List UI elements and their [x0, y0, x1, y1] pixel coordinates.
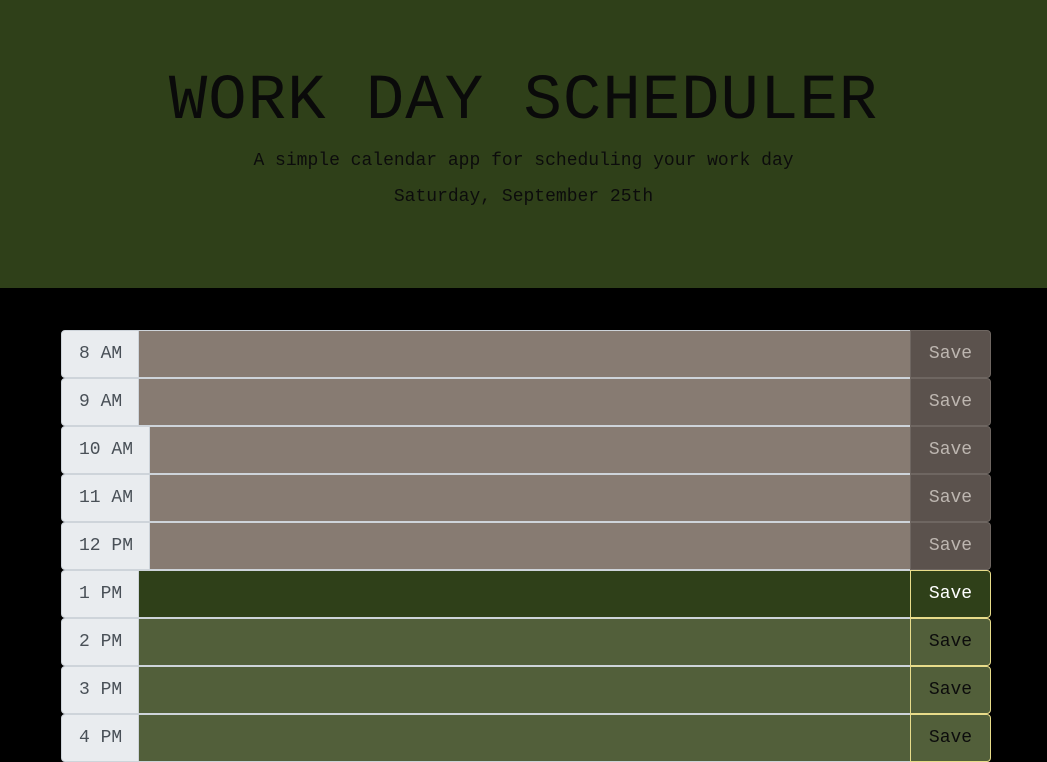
time-block-3pm: 3 PM Save [61, 666, 991, 714]
task-input[interactable] [150, 522, 910, 570]
save-button[interactable]: Save [910, 570, 991, 618]
page-subtitle: A simple calendar app for scheduling you… [253, 151, 794, 171]
current-date: Saturday, September 25th [393, 187, 654, 207]
task-input[interactable] [150, 474, 910, 522]
time-block-2pm: 2 PM Save [61, 618, 991, 666]
time-block-8am: 8 AM Save [61, 330, 991, 378]
save-button[interactable]: Save [910, 714, 991, 762]
time-block-9am: 9 AM Save [61, 378, 991, 426]
save-button[interactable]: Save [910, 618, 991, 666]
page-title: WORK DAY SCHEDULER [168, 66, 879, 138]
task-input[interactable] [139, 570, 910, 618]
time-block-11am: 11 AM Save [61, 474, 991, 522]
save-button[interactable]: Save [910, 666, 991, 714]
task-input[interactable] [139, 714, 910, 762]
hour-label: 8 AM [61, 330, 140, 378]
time-block-10am: 10 AM Save [61, 426, 991, 474]
save-button[interactable]: Save [910, 522, 991, 570]
hour-label: 2 PM [61, 618, 140, 666]
save-button[interactable]: Save [910, 474, 991, 522]
save-button[interactable]: Save [910, 378, 991, 426]
task-input[interactable] [139, 666, 910, 714]
hour-label: 4 PM [61, 714, 140, 762]
hour-label: 1 PM [61, 570, 140, 618]
header-jumbotron: WORK DAY SCHEDULER A simple calendar app… [0, 0, 1047, 288]
time-block-4pm: 4 PM Save [61, 714, 991, 762]
task-input[interactable] [139, 618, 910, 666]
task-input[interactable] [150, 426, 910, 474]
hour-label: 9 AM [61, 378, 140, 426]
hour-label: 12 PM [61, 522, 151, 570]
time-block-12pm: 12 PM Save [61, 522, 991, 570]
hour-label: 11 AM [61, 474, 151, 522]
hour-label: 3 PM [61, 666, 140, 714]
task-input[interactable] [139, 378, 910, 426]
hour-label: 10 AM [61, 426, 151, 474]
save-button[interactable]: Save [910, 426, 991, 474]
time-block-1pm: 1 PM Save [61, 570, 991, 618]
task-input[interactable] [139, 330, 910, 378]
save-button[interactable]: Save [910, 330, 991, 378]
time-block-list: 8 AM Save 9 AM Save 10 AM Save 11 AM Sav… [61, 330, 991, 762]
